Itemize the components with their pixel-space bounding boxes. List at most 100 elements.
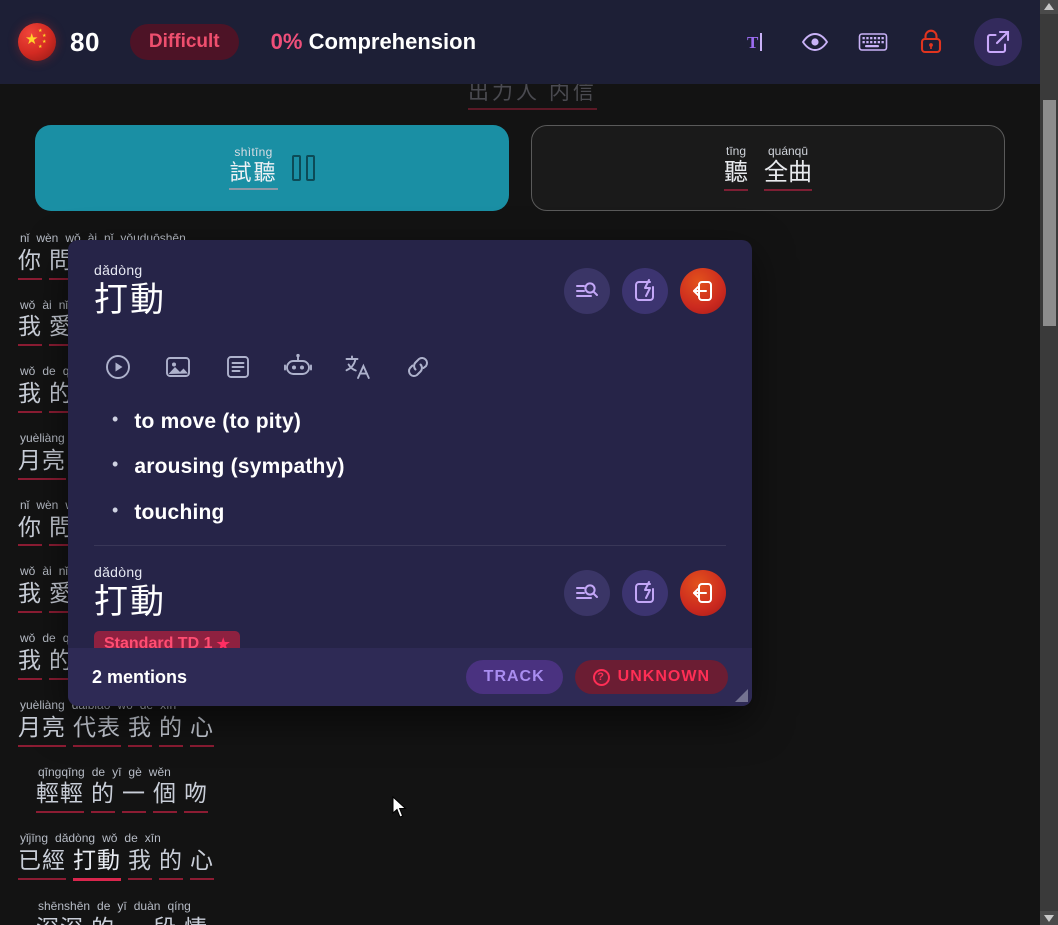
lyric-word[interactable]: 吻 [184, 779, 208, 814]
lyric-hanzi-token: 我 [18, 580, 42, 607]
play-full-song-button[interactable]: tīng 聽 quánqū 全曲 [531, 125, 1005, 211]
lyric-hanzi-token: 心 [190, 713, 214, 740]
lyric-word[interactable]: 心 [190, 713, 214, 747]
quick-card-icon-button[interactable] [622, 268, 668, 314]
translate-icon[interactable] [338, 347, 378, 387]
full-song-hanzi-0: 聽 [724, 159, 748, 187]
lyric-word[interactable]: 的 [159, 713, 183, 747]
question-circle-icon: ? [592, 668, 610, 686]
difficulty-badge[interactable]: Difficult [129, 24, 239, 60]
scroll-down-arrow-icon[interactable] [1044, 915, 1054, 922]
scrollbar-thumb[interactable] [1043, 100, 1056, 326]
lyric-word-underline [18, 277, 42, 280]
lyric-word[interactable]: 一 [122, 779, 146, 814]
lyric-word[interactable]: 你 [18, 246, 42, 280]
pause-icon [291, 155, 315, 181]
export-icon-button[interactable] [680, 569, 726, 616]
popup-entry2-hanzi: 打動 [94, 582, 166, 621]
bullet-icon: • [112, 454, 119, 475]
document-icon[interactable] [218, 347, 258, 387]
lyric-pinyin-token: nǐ [58, 297, 69, 312]
lyric-word[interactable]: 我 [18, 379, 42, 414]
preview-listen-button[interactable]: shìtīng 試聽 [35, 125, 509, 211]
full-song-pinyin-1: quánqū [767, 143, 809, 158]
lyric-word[interactable]: 我 [128, 846, 152, 881]
lyric-pinyin-token: de [97, 898, 111, 913]
lyric-hanzi-token: 我 [18, 380, 42, 407]
image-icon[interactable] [158, 347, 198, 387]
popup-tool-icon-row [94, 347, 726, 387]
lyric-hanzi-token: 你 [18, 246, 42, 273]
lyric-pinyin-token: yǐjīng [20, 831, 49, 846]
lyric-word[interactable]: 心 [190, 846, 214, 881]
export-icon-button[interactable] [680, 268, 726, 314]
lyric-word-underline [18, 544, 42, 547]
lyric-word-underline [184, 811, 208, 814]
lyric-word-underline [18, 744, 66, 747]
lyric-hanzi-token: 深深 [36, 914, 84, 925]
lyric-hanzi-row: 輕輕的一個吻 [36, 779, 438, 814]
full-song-hanzi-1: 全曲 [764, 159, 812, 187]
lyric-word[interactable]: 我 [18, 312, 42, 347]
full-song-label: tīng 聽 quánqū 全曲 [724, 143, 812, 192]
score-value: 80 [70, 26, 100, 57]
lock-icon[interactable] [916, 27, 946, 57]
track-button-label: TRACK [483, 668, 545, 685]
robot-icon[interactable] [278, 347, 318, 387]
lyric-pinyin-token: wǒ [102, 831, 118, 846]
lyric-word[interactable]: 情 [184, 914, 208, 925]
lyric-word[interactable]: 我 [18, 579, 42, 614]
unknown-button[interactable]: ? UNKNOWN [574, 660, 728, 694]
lyric-pinyin-token: yuèliàng [20, 697, 65, 712]
lyric-word[interactable]: 的 [91, 914, 115, 925]
play-circle-icon[interactable] [98, 347, 138, 387]
lyric-line[interactable]: qīngqīng de yī gè wěn 輕輕的一個吻 [18, 764, 438, 814]
lyric-hanzi-token: 心 [190, 846, 214, 873]
full-song-token: tīng 聽 [724, 144, 748, 192]
track-button[interactable]: TRACK [465, 660, 563, 694]
lyric-pinyin-token: shēnshēn [38, 898, 91, 913]
lyric-word[interactable]: 月亮 [18, 713, 66, 747]
lyric-word[interactable]: 已經 [18, 846, 66, 881]
lyric-word[interactable]: 個 [153, 779, 177, 814]
lyric-hanzi-token: 一 [122, 780, 146, 807]
lyric-word-underline [73, 744, 121, 747]
lyric-pinyin-token: wǒ [20, 631, 36, 646]
lyric-line[interactable]: yǐjīng dǎdòng wǒ de xīn 已經 打動我的心 [18, 831, 438, 881]
external-link-button[interactable] [974, 18, 1022, 66]
header-left-group: ★ ★ ★ ★ ★ 80 Difficult 0% Comprehension [18, 23, 476, 61]
scroll-up-arrow-icon[interactable] [1044, 3, 1054, 10]
lyric-hanzi-token: 打動 [73, 846, 121, 873]
lyric-word[interactable]: 的 [91, 779, 115, 814]
popup-entry2-circle-actions [564, 564, 726, 616]
lookup-search-icon-button[interactable] [564, 569, 610, 616]
lyric-word[interactable]: 代表 [73, 713, 121, 747]
lyric-pinyin-token: yī [112, 764, 122, 779]
lyric-word[interactable]: 月亮 [18, 446, 66, 480]
lyric-pinyin-token: nǐ [20, 231, 30, 245]
popup-secondary-entry: dǎdòng 打動 Standard TD 1 ★ [68, 546, 752, 658]
lyric-word[interactable]: 我 [18, 646, 42, 680]
lyric-word[interactable]: 的 [159, 846, 183, 881]
lookup-search-icon-button[interactable] [564, 268, 610, 314]
lyric-word[interactable]: 一 [122, 914, 146, 925]
keyboard-icon[interactable] [858, 27, 888, 57]
link-icon[interactable] [398, 347, 438, 387]
lyric-word[interactable]: 輕輕 [36, 779, 84, 814]
popup-body: dǎdòng 打動 • to move (to pity) • arousing… [68, 240, 752, 546]
text-cursor-icon[interactable]: T [742, 27, 772, 57]
eye-icon[interactable] [800, 27, 830, 57]
lyric-pinyin-token: ài [42, 297, 52, 312]
definition-item: • arousing (sympathy) [112, 454, 726, 479]
resize-handle[interactable] [735, 689, 748, 702]
lyric-hanzi-token: 月亮 [18, 713, 66, 740]
lyric-word[interactable]: 打動 [73, 846, 121, 881]
lyric-word[interactable]: 深深 [36, 914, 84, 925]
lyric-word[interactable]: 我 [128, 713, 152, 747]
lyric-word[interactable]: 段 [153, 914, 177, 925]
preview-pinyin: shìtīng [234, 145, 273, 160]
lyric-word[interactable]: 你 [18, 513, 42, 547]
vertical-scrollbar[interactable] [1040, 0, 1058, 925]
quick-card-icon-button[interactable] [622, 569, 668, 616]
lyric-line[interactable]: shēnshēndeyīduànqíng深深的一段情 [18, 898, 438, 925]
